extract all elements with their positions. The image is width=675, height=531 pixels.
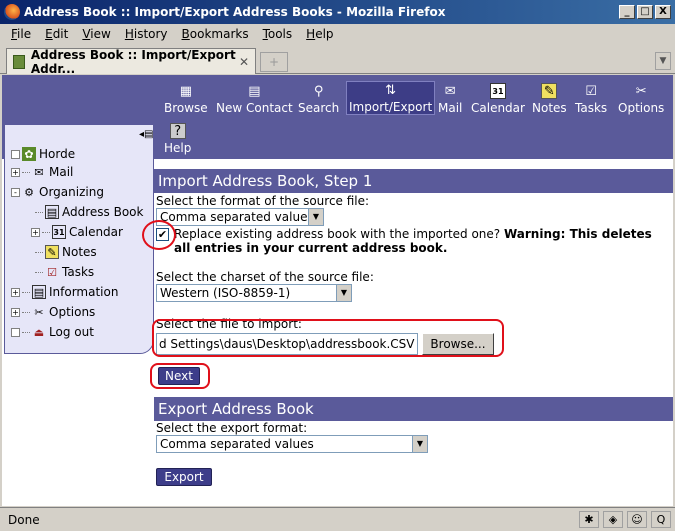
smiley-icon[interactable]: ☺ [627, 511, 647, 528]
options-icon: ✂ [34, 305, 44, 319]
sidebar-item-address-book[interactable]: ▤ Address Book [35, 203, 143, 221]
nav-search[interactable]: ⚲ Search [298, 83, 339, 116]
sidebar-item-logout[interactable]: ⏏ Log out [11, 323, 94, 341]
firefox-icon [4, 4, 20, 20]
next-button[interactable]: Next [158, 367, 200, 385]
organizing-icon: ⚙ [24, 185, 34, 199]
format-label: Select the format of the source file: [156, 194, 370, 208]
sidebar-item-mail[interactable]: + ✉ Mail [11, 163, 73, 181]
expand-icon[interactable]: + [11, 167, 20, 177]
sidebar-item-calendar[interactable]: + 31 Calendar [31, 223, 123, 241]
window-title: Address Book :: Import/Export Address Bo… [24, 5, 446, 19]
browse-icon: ▦ [179, 83, 192, 99]
menu-view[interactable]: View [75, 27, 117, 41]
dropdown-arrow-icon: ▼ [308, 209, 323, 225]
sidebar-item-notes[interactable]: ✎ Notes [35, 243, 97, 261]
notes-icon: ✎ [45, 245, 59, 259]
nav-mail[interactable]: ✉ Mail [438, 83, 462, 116]
export-heading: Export Address Book [154, 397, 673, 421]
tab-list-chevron-icon[interactable]: ▼ [655, 52, 671, 70]
nav-browse[interactable]: ▦ Browse [164, 83, 208, 116]
import-format-select[interactable]: Comma separated values ▼ [156, 208, 324, 226]
sidebar-item-information[interactable]: + ▤ Information [11, 283, 118, 301]
mail-icon: ✉ [444, 83, 456, 99]
tab-close-icon[interactable]: ✕ [239, 55, 249, 69]
calendar-icon: 31 [52, 225, 66, 239]
charset-select[interactable]: Western (ISO-8859-1) ▼ [156, 284, 352, 302]
nav-options[interactable]: ✂ Options [618, 83, 664, 116]
notes-icon: ✎ [541, 83, 558, 99]
sidebar-collapse-icon[interactable]: ◂▤ [139, 129, 153, 141]
menubar: File Edit View History Bookmarks Tools H… [0, 24, 675, 44]
menu-bookmarks[interactable]: Bookmarks [175, 27, 256, 41]
nav-tasks[interactable]: ☑ Tasks [575, 83, 607, 116]
import-heading: Import Address Book, Step 1 [154, 169, 673, 193]
minimize-button[interactable]: _ [619, 5, 635, 19]
main-panel: Import Address Book, Step 1 Select the f… [142, 167, 673, 506]
replace-text: Replace existing address book with the i… [174, 227, 652, 255]
bug-icon[interactable]: ✱ [579, 511, 599, 528]
sidebar-item-organizing[interactable]: - ⚙ Organizing [11, 183, 104, 201]
tab-address-book[interactable]: Address Book :: Import/Export Addr... ✕ [6, 47, 256, 76]
maximize-button[interactable]: □ [637, 5, 653, 19]
sidebar-item-tasks[interactable]: ☑ Tasks [35, 263, 94, 281]
horde-icon: ✿ [22, 147, 36, 161]
menu-tools[interactable]: Tools [256, 27, 300, 41]
new-tab-button[interactable]: + [260, 52, 288, 72]
expand-icon[interactable]: + [31, 227, 40, 237]
export-format-select[interactable]: Comma separated values ▼ [156, 435, 428, 453]
nav-import-export[interactable]: ⇅ Import/Export [346, 81, 436, 115]
search-icon: ⚲ [313, 83, 324, 99]
page-content: ▦ Browse ▤ New Contact ⚲ Search ⇅ Import… [2, 75, 673, 506]
menu-history[interactable]: History [118, 27, 175, 41]
nav-notes[interactable]: ✎ Notes [532, 83, 567, 115]
new-contact-icon: ▤ [248, 83, 261, 99]
dropdown-arrow-icon: ▼ [412, 436, 427, 452]
browse-button[interactable]: Browse... [422, 333, 494, 355]
window-titlebar: Address Book :: Import/Export Address Bo… [0, 0, 675, 24]
file-label: Select the file to import: [156, 317, 302, 331]
help-icon: ? [169, 123, 186, 139]
information-icon: ▤ [32, 285, 46, 299]
menu-edit[interactable]: Edit [38, 27, 75, 41]
horde-tab-icon [13, 54, 25, 69]
tree-node-icon [11, 327, 20, 337]
charset-label: Select the charset of the source file: [156, 270, 374, 284]
menu-help[interactable]: Help [299, 27, 340, 41]
options-icon: ✂ [635, 83, 647, 99]
close-button[interactable]: X [655, 5, 671, 19]
file-path-input[interactable]: d Settings\daus\Desktop\addressbook.CSV [156, 333, 418, 355]
menu-file[interactable]: File [4, 27, 38, 41]
collapse-icon[interactable]: - [11, 187, 20, 197]
tree-node-icon [11, 149, 20, 159]
nav-new-contact[interactable]: ▤ New Contact [216, 83, 293, 116]
sidebar: ◂▤ ✿ Horde + ✉ Mail - ⚙ Organizing ▤ Add… [4, 124, 154, 354]
logout-icon: ⏏ [33, 325, 45, 339]
sidebar-item-options[interactable]: + ✂ Options [11, 303, 95, 321]
status-text: Done [8, 512, 40, 527]
import-export-icon: ⇅ [385, 82, 397, 98]
calendar-icon: 31 [489, 83, 506, 99]
dropdown-arrow-icon: ▼ [336, 285, 351, 301]
mail-icon: ✉ [34, 165, 44, 179]
replace-checkbox[interactable]: ✔ [156, 228, 169, 241]
sidebar-item-horde[interactable]: ✿ Horde [11, 145, 75, 163]
expand-icon[interactable]: + [11, 307, 20, 317]
tasks-icon: ☑ [585, 83, 597, 99]
address-book-icon: ▤ [45, 205, 59, 219]
status-bar: Done ✱ ◈ ☺ Q [0, 507, 675, 531]
tasks-icon: ☑ [47, 265, 57, 279]
export-format-label: Select the export format: [156, 421, 308, 435]
tab-strip: Address Book :: Import/Export Addr... ✕ … [0, 46, 675, 76]
q-icon[interactable]: Q [651, 511, 671, 528]
diamond-icon[interactable]: ◈ [603, 511, 623, 528]
nav-calendar[interactable]: 31 Calendar [471, 83, 525, 115]
tab-label: Address Book :: Import/Export Addr... [30, 47, 236, 76]
expand-icon[interactable]: + [11, 287, 20, 297]
nav-help[interactable]: ? Help [164, 123, 191, 155]
export-button[interactable]: Export [156, 468, 212, 486]
